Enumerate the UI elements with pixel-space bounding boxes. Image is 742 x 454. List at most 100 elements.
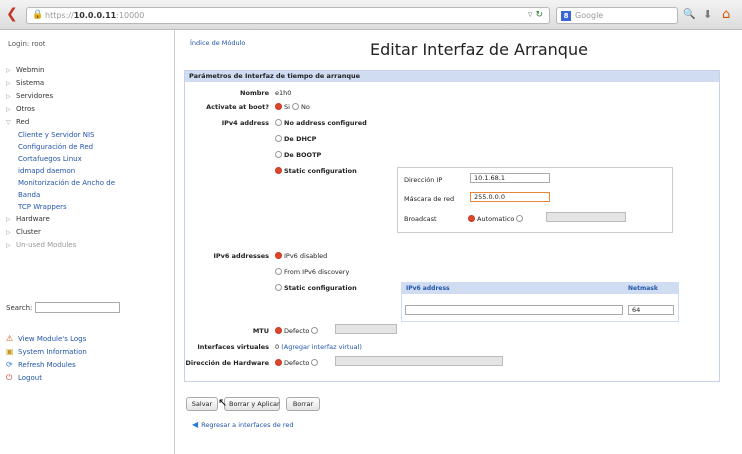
ipv4-static[interactable]: Static configuration <box>275 167 357 175</box>
ipv4-bootp-radio[interactable] <box>275 151 282 158</box>
ipv4-static-radio[interactable] <box>275 167 282 174</box>
broadcast-input[interactable] <box>546 212 626 222</box>
ipv4-bootp[interactable]: De BOOTP <box>275 151 321 159</box>
add-virtual-link[interactable]: (Agregar interfaz virtual) <box>281 343 362 351</box>
module-nis[interactable]: Cliente y Servidor NIS <box>6 129 172 141</box>
system-icon: ▣ <box>6 347 14 356</box>
ipv6-netmask-input[interactable]: 64 <box>628 305 674 315</box>
ipv6-address-input[interactable] <box>405 305 623 315</box>
module-tcp-wrappers[interactable]: TCP Wrappers <box>6 201 172 213</box>
module-bandwidth-cont[interactable]: Banda <box>6 189 172 201</box>
search-icon[interactable]: 🔍 <box>683 9 695 20</box>
expand-icon: ▷ <box>6 106 11 113</box>
ipv6-static[interactable]: Static configuration <box>275 284 357 292</box>
category-servidores[interactable]: ▷ Servidores <box>6 90 172 103</box>
left-navigation: Login: root ▷ Webmin ▷ Sistema ▷ Servidores… <box>0 30 175 454</box>
module-index-link[interactable]: Índice de Módulo <box>190 39 245 47</box>
ipv6-table: IPv6 address Netmask 64 <box>401 282 679 322</box>
mtu-default-radio[interactable] <box>275 327 282 334</box>
panel-header: Parámetros de Interfaz de tiempo de arra… <box>185 71 719 82</box>
logout-link[interactable]: ⏻ Logout <box>6 371 87 384</box>
url-text: https://10.0.0.11:10000 <box>45 11 145 20</box>
category-cluster[interactable]: ▷ Cluster <box>6 226 172 239</box>
activate-label: Activate at boot? <box>206 103 269 111</box>
ipv6-address-header: IPv6 address <box>406 285 450 292</box>
ipv4-dhcp-radio[interactable] <box>275 135 282 142</box>
address-bar[interactable]: 🔒 https://10.0.0.11:10000 ▿ ↻ <box>26 7 550 24</box>
module-categories: ▷ Webmin ▷ Sistema ▷ Servidores ▷ Otros ▽ Red… <box>6 64 172 252</box>
return-link[interactable]: ◀ Regresar a interfaces de red <box>192 420 293 429</box>
ipv6-disabled[interactable]: IPv6 disabled <box>275 252 327 260</box>
dropdown-icon[interactable]: ▿ <box>528 10 533 20</box>
mtu-custom-radio[interactable] <box>311 327 319 334</box>
static-ipv4-box: Dirección IP 10.1.68.1 Máscara de red 25… <box>397 167 673 233</box>
expand-icon: ▷ <box>6 242 11 249</box>
mtu-options: Defecto <box>275 327 320 335</box>
lock-icon: 🔒 <box>32 10 44 20</box>
browser-toolbar: ❮ 🔒 https://10.0.0.11:10000 ▿ ↻ 8 Google… <box>0 0 742 30</box>
delete-button[interactable]: Borrar <box>286 397 320 411</box>
module-bandwidth[interactable]: Monitorización de Ancho de <box>6 177 172 189</box>
login-label: Login: root <box>8 40 46 48</box>
expand-icon: ▷ <box>6 93 11 100</box>
delete-apply-button[interactable]: Borrar y Aplicar <box>224 397 280 411</box>
sidebar-search-input[interactable] <box>35 302 120 313</box>
hw-custom-radio[interactable] <box>311 359 319 366</box>
module-firewall[interactable]: Cortafuegos Linux <box>6 153 172 165</box>
ipv6-discovery[interactable]: From IPv6 discovery <box>275 268 349 276</box>
module-idmapd[interactable]: idmapd daemon <box>6 165 172 177</box>
broadcast-options: Automatico <box>468 215 525 223</box>
ipv6-netmask-header: Netmask <box>628 285 658 292</box>
system-info-link[interactable]: ▣ System Information <box>6 345 87 358</box>
refresh-icon: ⟳ <box>6 360 13 369</box>
category-hardware[interactable]: ▷ Hardware <box>6 213 172 226</box>
refresh-modules-link[interactable]: ⟳ Refresh Modules <box>6 358 87 371</box>
name-label: Nombre <box>240 89 269 97</box>
ipv6-label: IPv6 addresses <box>213 252 269 260</box>
back-arrow-icon: ◀ <box>192 420 199 429</box>
action-buttons: Salvar Borrar y Aplicar Borrar <box>186 397 486 413</box>
ipv4-none[interactable]: No address configured <box>275 119 367 127</box>
back-arrow-icon[interactable]: ❮ <box>6 7 18 21</box>
category-unused[interactable]: ▷ Un-used Modules <box>6 239 172 252</box>
save-button[interactable]: Salvar <box>186 397 218 411</box>
category-webmin[interactable]: ▷ Webmin <box>6 64 172 77</box>
download-icon[interactable]: ⬇ <box>703 8 712 21</box>
hw-options: Defecto <box>275 359 320 367</box>
ipv6-static-radio[interactable] <box>275 284 282 291</box>
activate-no-radio[interactable] <box>292 103 300 110</box>
ipv4-none-radio[interactable] <box>275 119 282 126</box>
category-otros[interactable]: ▷ Otros <box>6 103 172 116</box>
home-icon[interactable]: ⌂ <box>722 7 730 22</box>
search-placeholder: Google <box>575 11 604 20</box>
ipv6-disabled-radio[interactable] <box>275 252 282 259</box>
search-label: Search: <box>6 304 33 312</box>
sidebar-search: Search: <box>6 302 120 313</box>
ipv4-dhcp[interactable]: De DHCP <box>275 135 316 143</box>
expand-icon: ▷ <box>6 80 11 87</box>
mtu-label: MTU <box>252 327 269 335</box>
view-logs-link[interactable]: ⚠ View Module's Logs <box>6 332 87 345</box>
category-red[interactable]: ▽ Red <box>6 116 172 129</box>
hw-label: Dirección de Hardware <box>185 359 269 367</box>
main-content: Índice de Módulo Editar Interfaz de Arra… <box>176 30 742 454</box>
broadcast-custom-radio[interactable] <box>516 215 524 222</box>
ipv6-discovery-radio[interactable] <box>275 268 282 275</box>
collapse-icon: ▽ <box>6 119 11 126</box>
mouse-pointer-icon: ↖ <box>218 396 228 409</box>
module-network-config[interactable]: Configuración de Red <box>6 141 172 153</box>
expand-icon: ▷ <box>6 67 11 74</box>
reload-icon[interactable]: ↻ <box>535 10 543 20</box>
name-value: e1h0 <box>275 89 292 97</box>
activate-yes-radio[interactable] <box>275 103 282 110</box>
netmask-input[interactable]: 255.0.0.0 <box>470 192 550 202</box>
category-sistema[interactable]: ▷ Sistema <box>6 77 172 90</box>
hw-input[interactable] <box>335 356 503 366</box>
mtu-input[interactable] <box>335 324 397 334</box>
hw-default-radio[interactable] <box>275 359 282 366</box>
broadcast-auto-radio[interactable] <box>468 215 475 222</box>
ipv6-table-header: IPv6 address Netmask <box>402 283 678 294</box>
search-bar[interactable]: 8 Google <box>556 7 678 24</box>
ip-input[interactable]: 10.1.68.1 <box>470 173 550 183</box>
google-icon: 8 <box>561 11 571 21</box>
